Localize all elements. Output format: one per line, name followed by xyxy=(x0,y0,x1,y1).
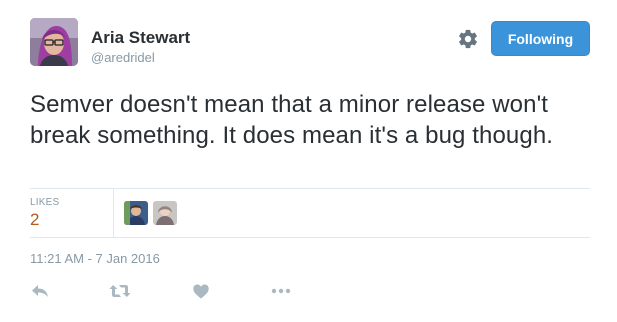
tweet-text: Semver doesn't mean that a minor release… xyxy=(30,91,554,149)
likes-label: LIKES xyxy=(30,197,60,208)
liker-avatar[interactable] xyxy=(124,201,148,225)
author-handle[interactable]: @aredridel xyxy=(91,50,155,66)
liker-avatar[interactable] xyxy=(153,201,177,225)
likes-count[interactable]: 2 xyxy=(30,210,39,230)
author-name[interactable]: Aria Stewart xyxy=(91,28,190,48)
following-button[interactable]: Following xyxy=(491,21,590,56)
divider xyxy=(113,188,114,237)
divider xyxy=(30,237,590,238)
more-icon[interactable] xyxy=(270,281,292,301)
timestamp[interactable]: 11:21 AM - 7 Jan 2016 xyxy=(30,251,160,266)
retweet-icon[interactable] xyxy=(109,281,131,301)
gear-icon[interactable] xyxy=(457,28,479,50)
heart-icon[interactable] xyxy=(190,281,212,301)
divider xyxy=(30,188,590,189)
reply-icon[interactable] xyxy=(29,281,51,301)
avatar[interactable] xyxy=(30,18,78,66)
